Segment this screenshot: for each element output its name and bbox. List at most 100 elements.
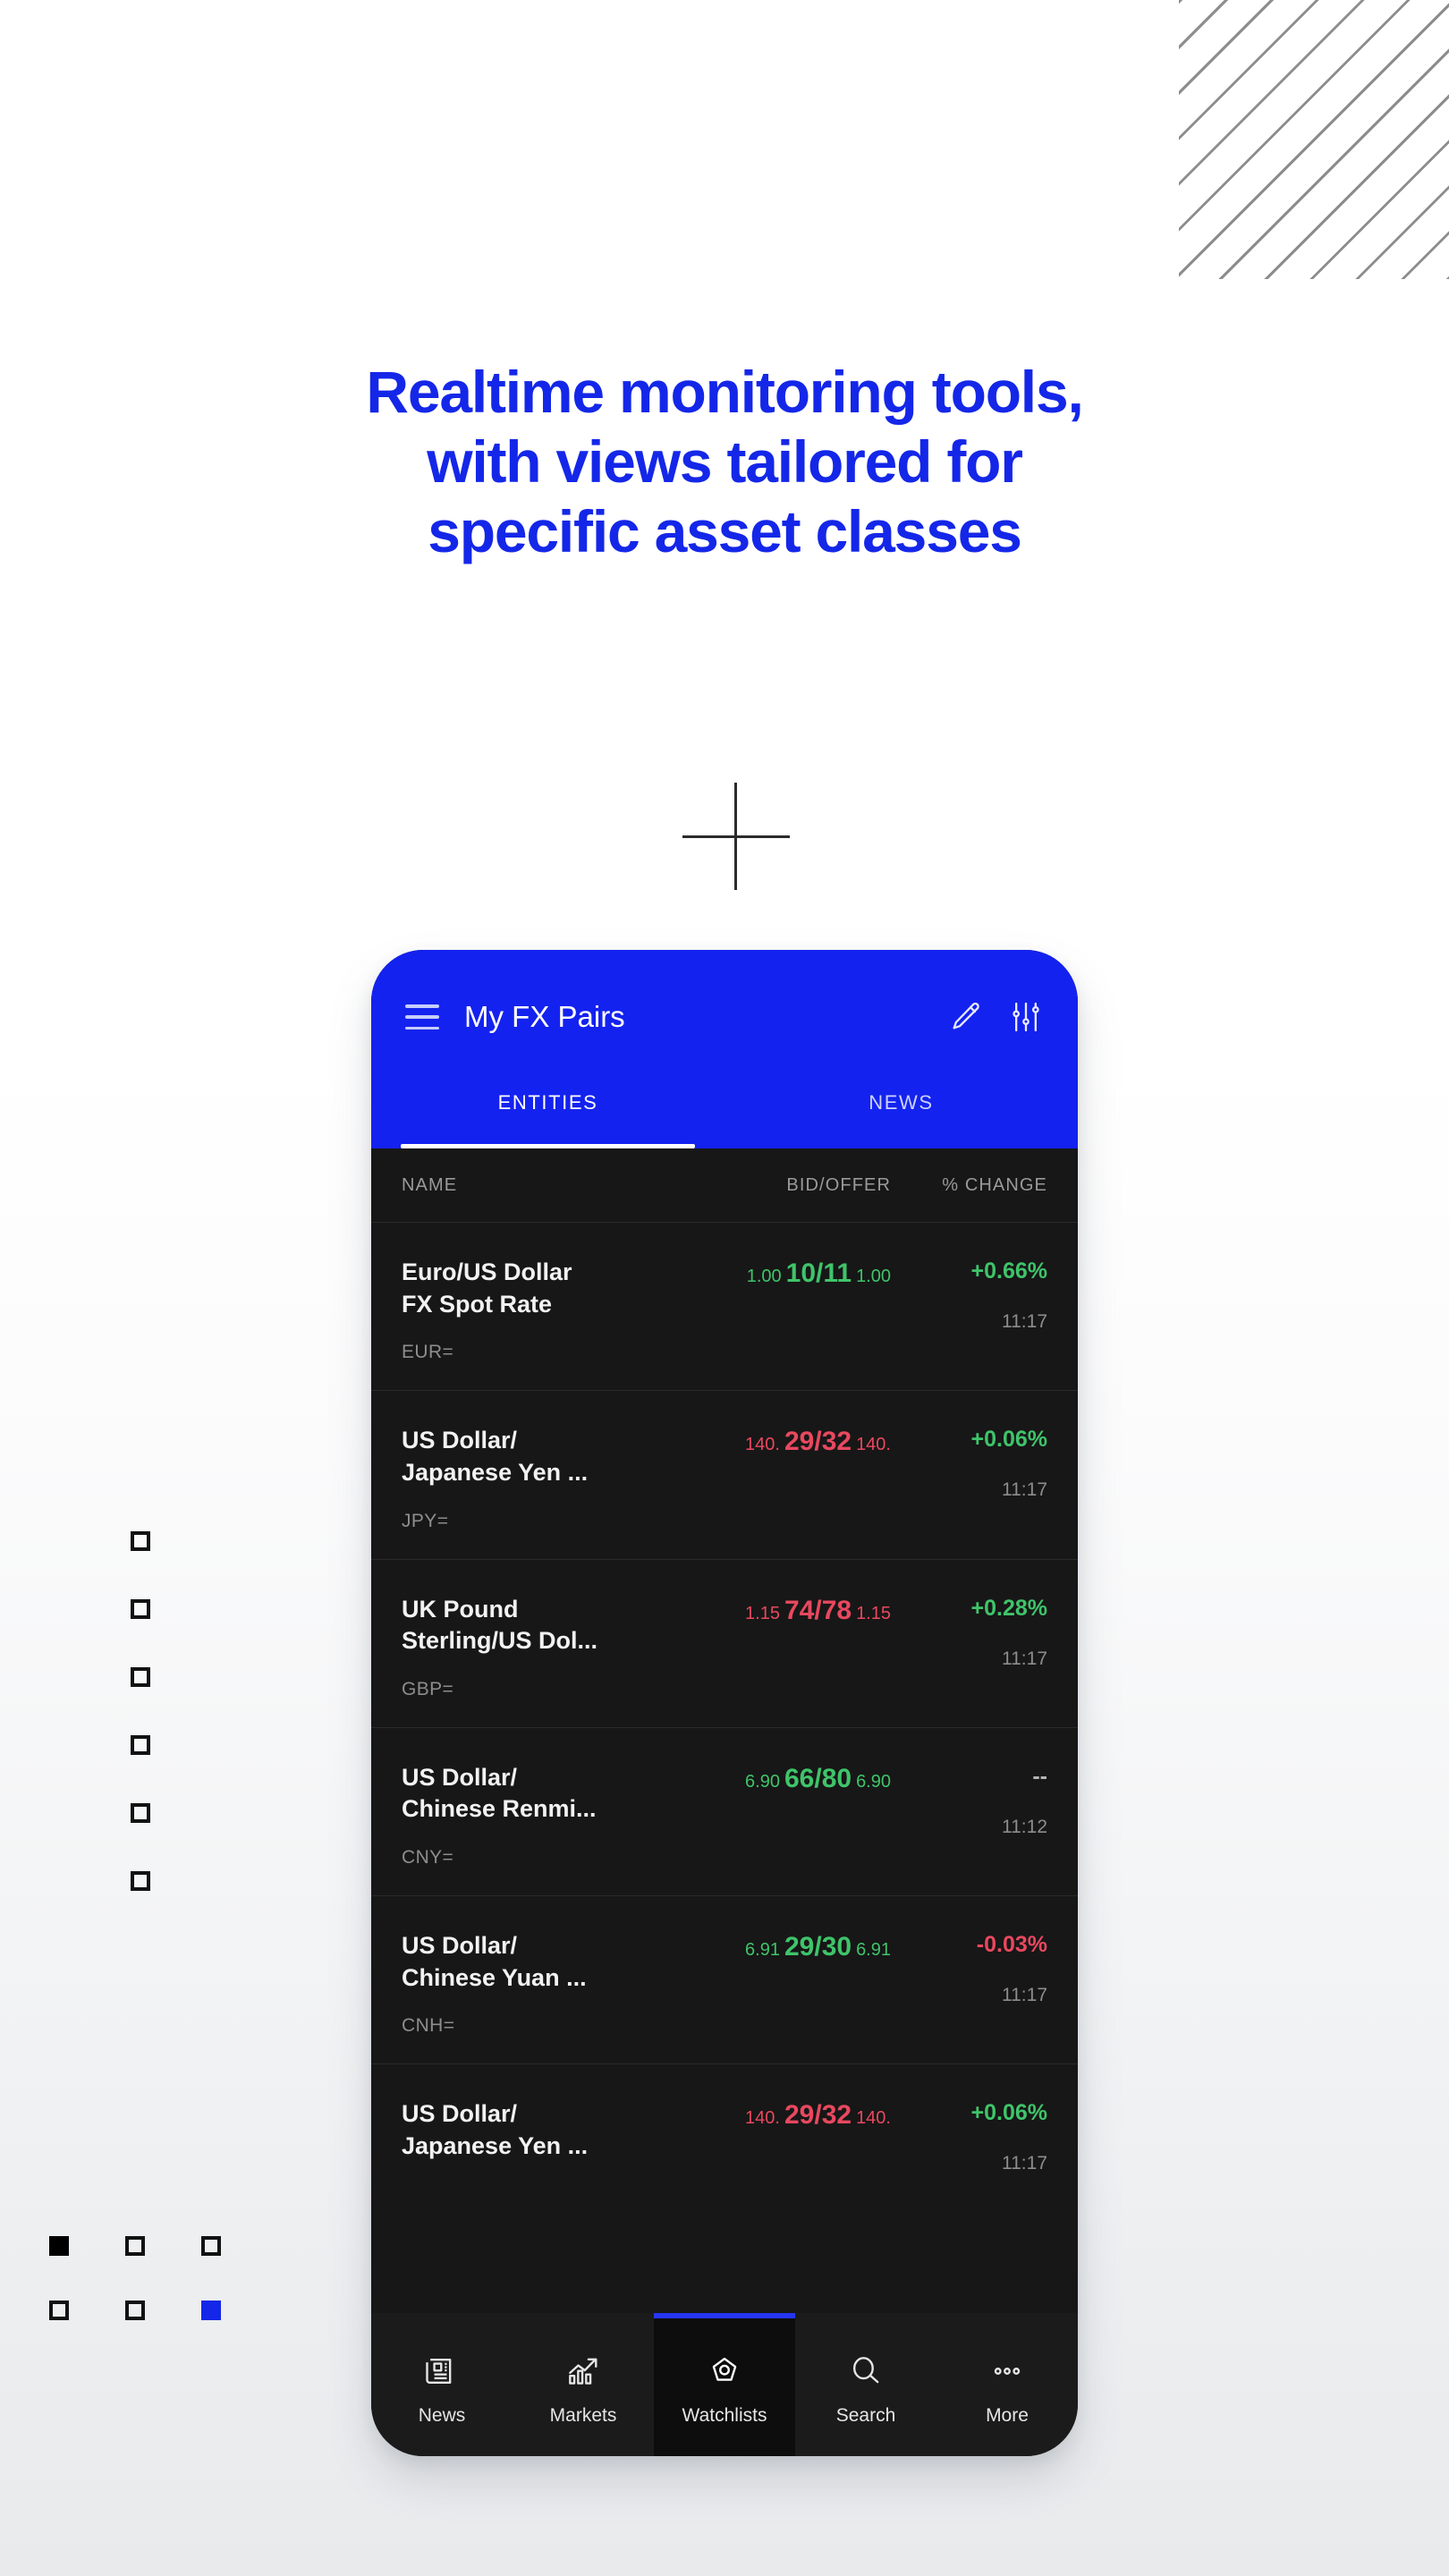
quote-change-block: +0.06% 11:17 [891, 1425, 1048, 1531]
quote-name: US Dollar/ Chinese Renmi... [402, 1763, 597, 1823]
tab-news[interactable]: NEWS [724, 1084, 1078, 1148]
nav-item-news[interactable]: News [371, 2313, 513, 2456]
nav-item-watchlists[interactable]: Watchlists [654, 2313, 795, 2456]
quote-name: US Dollar/ Japanese Yen ... [402, 2100, 589, 2159]
quote-row[interactable]: UK Pound Sterling/US Dol... GBP= 1.15 74/… [371, 1558, 1078, 1727]
tab-entities[interactable]: ENTITIES [371, 1084, 724, 1148]
quote-change-pct: +0.06% [970, 2100, 1048, 2126]
app-bar-top-row: My FX Pairs [371, 950, 1078, 1084]
sliders-icon[interactable] [1008, 999, 1044, 1035]
app-bar: My FX Pairs ENTITIES NEWS [371, 950, 1078, 1148]
square-grid-r2c3 [201, 2301, 221, 2320]
quote-name-block: UK Pound Sterling/US Dol... GBP= [402, 1594, 667, 1700]
bid-prefix: 1.15 [745, 1603, 780, 1623]
quote-time: 11:17 [1002, 1985, 1047, 2005]
pencil-icon[interactable] [947, 999, 983, 1035]
quote-ric: CNY= [402, 1847, 454, 1868]
column-header-change: % CHANGE [942, 1174, 1047, 1195]
bottom-navigation: News Markets Watchlists Search More [371, 2313, 1078, 2456]
quote-ric: GBP= [402, 1678, 454, 1699]
quote-name-block: US Dollar/ Japanese Yen ... JPY= [402, 1425, 667, 1531]
quote-change-block: +0.06% 11:17 [891, 2098, 1048, 2196]
bid-main: 74/78 [784, 1595, 852, 1625]
column-header-name: NAME [402, 1174, 458, 1195]
plus-crosshair-mark [682, 783, 790, 890]
search-icon [846, 2348, 886, 2394]
quote-time: 11:17 [1002, 1479, 1047, 1501]
square-grid-r1c1 [49, 2236, 69, 2256]
quote-row[interactable]: US Dollar/ Chinese Yuan ... CNH= 6.91 29/… [371, 1895, 1078, 2063]
quote-name: US Dollar/ Chinese Yuan ... [402, 1932, 587, 1991]
phone-mockup: My FX Pairs ENTITIES NEWS NAME BID/OFFER… [371, 950, 1078, 2456]
quote-time: 11:17 [1002, 1648, 1047, 1669]
quote-time: 11:17 [1002, 1311, 1047, 1332]
quote-ric: JPY= [402, 1510, 449, 1531]
bid-suffix: 1.00 [856, 1267, 891, 1286]
quote-bid-offer: 1.00 10/11 1.00 [667, 1257, 891, 1363]
quote-row[interactable]: Euro/US Dollar FX Spot Rate EUR= 1.00 10/… [371, 1222, 1078, 1390]
bid-main: 66/80 [784, 1763, 852, 1793]
bid-main: 29/30 [784, 1932, 852, 1962]
quote-name-block: US Dollar/ Chinese Renmi... CNY= [402, 1762, 667, 1868]
square-col-2 [131, 1599, 150, 1619]
bid-prefix: 140. [745, 2108, 780, 2129]
chart-trend-icon [564, 2348, 603, 2394]
quote-row[interactable]: US Dollar/ Japanese Yen ... 140. 29/32 140… [371, 2063, 1078, 2223]
quote-list[interactable]: NAME BID/OFFER % CHANGE Euro/US Dollar F… [371, 1148, 1078, 2313]
quote-time: 11:12 [1002, 1816, 1047, 1837]
quote-row[interactable]: US Dollar/ Chinese Renmi... CNY= 6.90 66/… [371, 1726, 1078, 1895]
more-dots-icon [987, 2348, 1027, 2394]
quote-bid-offer: 1.15 74/78 1.15 [667, 1594, 891, 1700]
quote-change-pct: +0.66% [970, 1258, 1048, 1284]
bid-suffix: 6.91 [856, 1940, 891, 1960]
quote-bid-offer: 140. 29/32 140. [667, 1425, 891, 1531]
bid-suffix: 140. [856, 1435, 891, 1455]
quote-row[interactable]: US Dollar/ Japanese Yen ... JPY= 140. 29/… [371, 1390, 1078, 1558]
quote-change-block: -0.03% 11:17 [891, 1930, 1047, 2037]
page-title: Realtime monitoring tools, with views ta… [0, 358, 1449, 567]
nav-label-more: More [986, 2405, 1029, 2426]
bid-prefix: 6.90 [745, 1771, 780, 1792]
bid-prefix: 1.00 [746, 1267, 782, 1286]
bid-main: 10/11 [785, 1258, 852, 1288]
eye-icon [705, 2348, 744, 2394]
quote-name: US Dollar/ Japanese Yen ... [402, 1427, 589, 1486]
bid-prefix: 6.91 [745, 1940, 780, 1960]
nav-item-more[interactable]: More [936, 2313, 1078, 2456]
quote-change-pct: -0.03% [976, 1932, 1047, 1957]
quote-name-block: US Dollar/ Japanese Yen ... [402, 2098, 667, 2196]
quote-change-block: +0.66% 11:17 [891, 1257, 1048, 1363]
hamburger-line-1 [405, 1004, 439, 1008]
quote-ric: CNH= [402, 2015, 455, 2037]
quote-time: 11:17 [1002, 2153, 1047, 2174]
nav-item-markets[interactable]: Markets [513, 2313, 654, 2456]
quote-name: UK Pound Sterling/US Dol... [402, 1595, 598, 1655]
column-header-bid-offer: BID/OFFER [786, 1174, 891, 1195]
hamburger-line-3 [405, 1026, 439, 1030]
square-grid-r1c2 [125, 2236, 145, 2256]
nav-item-search[interactable]: Search [795, 2313, 936, 2456]
bid-main: 29/32 [784, 2100, 852, 2131]
bid-suffix: 140. [856, 2108, 891, 2129]
column-header-row: NAME BID/OFFER % CHANGE [371, 1148, 1078, 1222]
quote-name-block: Euro/US Dollar FX Spot Rate EUR= [402, 1257, 667, 1363]
bid-main: 29/32 [784, 1427, 852, 1457]
headline-line-1: Realtime monitoring tools, [366, 359, 1083, 425]
nav-label-watchlists: Watchlists [682, 2405, 767, 2426]
diagonal-stripes-pattern [1179, 0, 1449, 279]
nav-label-news: News [418, 2405, 466, 2426]
square-col-6 [131, 1871, 150, 1891]
quote-name-block: US Dollar/ Chinese Yuan ... CNH= [402, 1930, 667, 2037]
square-grid-r2c2 [125, 2301, 145, 2320]
quote-change-pct: +0.06% [970, 1427, 1048, 1453]
square-grid-r1c3 [201, 2236, 221, 2256]
headline-line-3: specific asset classes [428, 497, 1022, 564]
headline-line-2: with views tailored for [427, 428, 1023, 495]
quote-ric: EUR= [402, 1342, 454, 1363]
square-col-4 [131, 1735, 150, 1755]
square-col-1 [131, 1531, 150, 1551]
hamburger-icon[interactable] [405, 1004, 439, 1030]
quote-change-pct: +0.28% [970, 1595, 1048, 1621]
square-col-5 [131, 1803, 150, 1823]
newspaper-icon [422, 2348, 462, 2394]
